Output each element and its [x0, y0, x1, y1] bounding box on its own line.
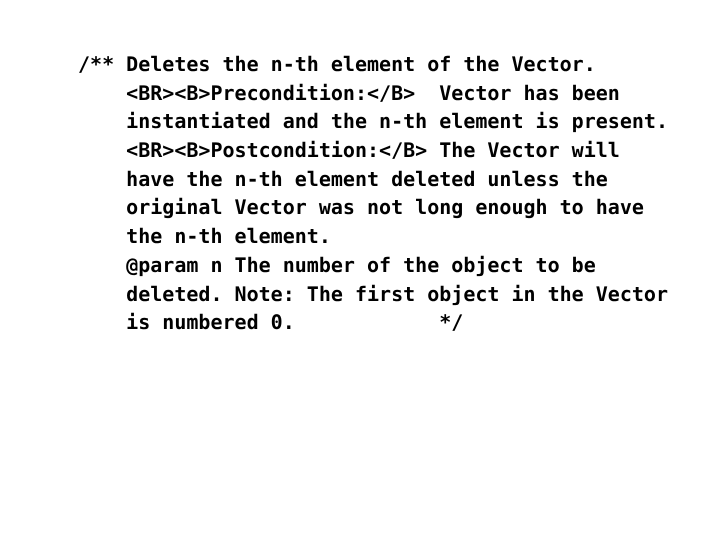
code-line-7: the n-th element.: [78, 224, 331, 249]
javadoc-comment-block: /** Deletes the n-th element of the Vect…: [78, 50, 708, 337]
code-line-4: <BR><B>Postcondition:</B> The Vector wil…: [78, 138, 620, 163]
slide-canvas: /** Deletes the n-th element of the Vect…: [0, 0, 720, 540]
code-line-5: have the n-th element deleted unless the: [78, 166, 608, 191]
code-line-3: instantiated and the n-th element is pre…: [78, 109, 669, 134]
code-line-9: deleted. Note: The first object in the V…: [78, 281, 669, 306]
code-line-1: /** Deletes the n-th element of the Vect…: [78, 52, 596, 76]
code-line-6: original Vector was not long enough to h…: [78, 195, 644, 220]
code-line-10: is numbered 0. */: [78, 310, 464, 335]
code-line-2: <BR><B>Precondition:</B> Vector has been: [78, 80, 620, 105]
code-line-8: @param n The number of the object to be: [78, 252, 596, 277]
